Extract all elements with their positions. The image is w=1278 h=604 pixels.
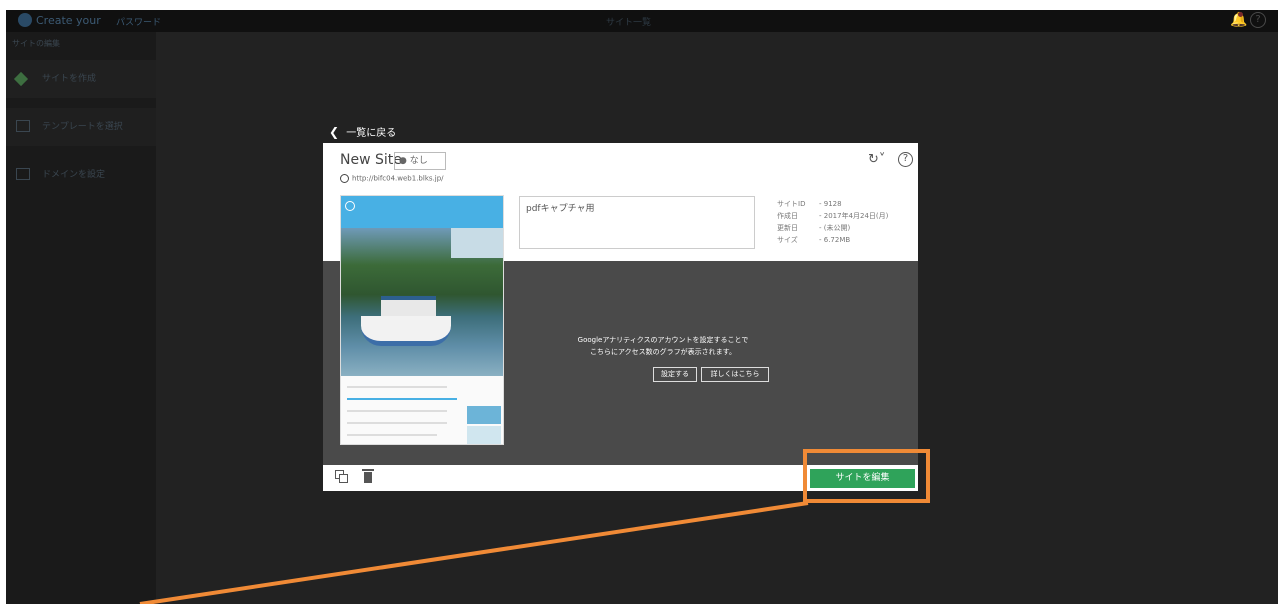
chevron-left-icon: ❮: [329, 125, 340, 139]
sidebar-item-create-site[interactable]: サイトを作成: [6, 60, 156, 98]
info-row-updated: 更新日 - (未公開): [777, 224, 851, 232]
preview-sky: [451, 228, 503, 258]
info-row-size: サイズ - 6.72MB: [777, 236, 851, 244]
preview-thumbnail: [467, 406, 501, 424]
top-center-title: サイト一覧: [606, 18, 652, 28]
site-info: サイトID - 9128 作成日 - 2017年4月24日(月) 更新日 - (未公開…: [777, 198, 888, 246]
site-name: New Site: [340, 152, 402, 168]
preview-thumbnail: [467, 426, 501, 444]
memo-textarea[interactable]: pdfキャプチャ用: [519, 196, 755, 249]
top-bar: Create your パスワード サイト一覧 🔔 ?: [6, 10, 1278, 32]
sidebar-item-label: ドメインを設定: [42, 170, 106, 180]
sidebar: サイトの編集 サイトを作成 テンプレートを選択 ドメインを設定: [6, 32, 156, 604]
copy-icon[interactable]: [335, 470, 349, 484]
sidebar-item-domain[interactable]: ドメインを設定: [6, 156, 156, 194]
analytics-more-button[interactable]: 詳しくはこちら: [701, 367, 769, 382]
preview-logo-icon: [345, 201, 355, 211]
info-row-site-id: サイトID - 9128: [777, 200, 842, 208]
sidebar-item-template[interactable]: テンプレートを選択: [6, 108, 156, 146]
preview-boat-cabin: [381, 296, 436, 318]
site-preview-thumbnail[interactable]: [340, 195, 504, 445]
back-to-list-link[interactable]: ❮ 一覧に戻る: [329, 124, 396, 139]
analytics-message: Googleアナリティクスのアカウントを設定することで こちらにアクセス数のグラ…: [577, 336, 749, 356]
sidebar-title: サイトの編集: [12, 39, 60, 48]
site-detail-modal: New Site ● なし http://bifc04.web1.blks.jp…: [323, 143, 918, 491]
pencil-icon: [13, 71, 29, 87]
globe-icon: [340, 174, 349, 183]
preview-text-line: [347, 422, 447, 424]
notification-dot: [1238, 12, 1243, 17]
preview-text-line: [347, 398, 457, 400]
trash-icon[interactable]: [362, 469, 374, 483]
history-icon[interactable]: ↻˅: [868, 152, 885, 167]
grid-icon: [16, 120, 30, 132]
monitor-icon: [16, 168, 30, 180]
preview-header: [341, 196, 503, 228]
info-row-created: 作成日 - 2017年4月24日(月): [777, 212, 889, 220]
preview-text-line: [347, 386, 447, 388]
back-link-label: 一覧に戻る: [346, 128, 397, 139]
site-url-link[interactable]: http://bifc04.web1.blks.jp/: [340, 174, 444, 183]
highlight-annotation: [803, 449, 930, 503]
brand-name: Create your: [36, 14, 101, 27]
status-select[interactable]: ● なし: [394, 152, 446, 170]
sidebar-item-label: サイトを作成: [42, 74, 97, 84]
help-icon[interactable]: ?: [1250, 12, 1266, 28]
preview-text-line: [347, 434, 437, 436]
logo-icon: [18, 13, 32, 27]
site-url-text: http://bifc04.web1.blks.jp/: [352, 174, 444, 183]
preview-boat-hull: [361, 316, 451, 346]
sidebar-item-label: テンプレートを選択: [42, 122, 123, 132]
analytics-setup-button[interactable]: 設定する: [653, 367, 697, 382]
preview-text-line: [347, 410, 447, 412]
help-icon[interactable]: ?: [898, 152, 913, 167]
account-menu[interactable]: パスワード: [116, 15, 161, 28]
